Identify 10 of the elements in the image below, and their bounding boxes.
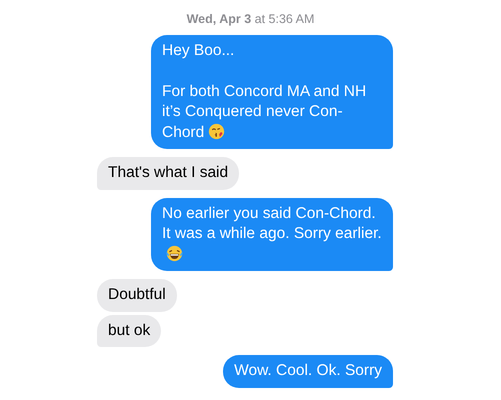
message-text: Hey Boo... [162,41,236,61]
message-text: Wow. Cool. Ok. Sorry [234,361,382,381]
laughing-face-icon [166,244,183,262]
kissing-face-icon [208,122,226,140]
timestamp: Wed, Apr 3 at 5:36 AM [186,12,316,26]
message-text: No earlier you said Con-Chord. It was a while ago. Sorry earlier. [162,204,382,265]
message-text: but ok [108,320,150,340]
message-text: For both Concord MA and NH it’s Conquered never Con-Chord [162,82,368,142]
message-text: That's what I said [108,163,228,183]
message-text: Doubtful [108,285,166,305]
